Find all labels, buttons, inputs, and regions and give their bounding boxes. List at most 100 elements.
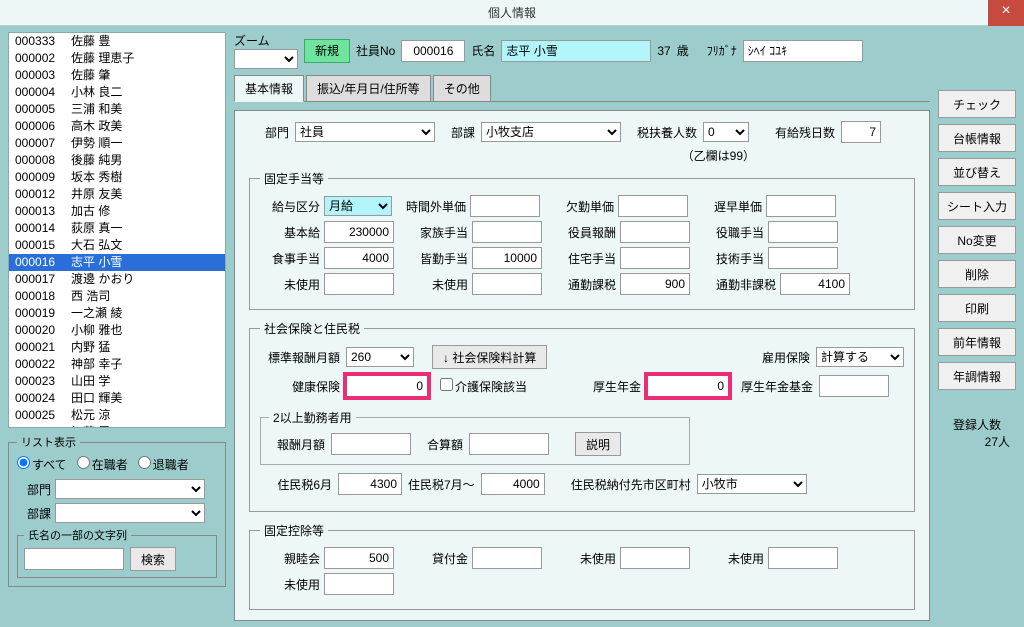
bumon-select[interactable]: 社員: [295, 122, 435, 142]
employee-list[interactable]: 000333佐藤 豊000002佐藤 理恵子000003佐藤 肇000004小林…: [8, 32, 226, 428]
jutaku-field[interactable]: [620, 247, 690, 269]
chisou-field[interactable]: [766, 195, 836, 217]
titlebar: 個人情報 ×: [0, 0, 1024, 26]
employee-row[interactable]: 000025松元 涼: [9, 407, 225, 424]
side-nencho[interactable]: 年調情報: [938, 362, 1016, 390]
mi1-field[interactable]: [324, 273, 394, 295]
setsumei-button[interactable]: 説明: [575, 432, 621, 456]
employee-row[interactable]: 000024田口 輝美: [9, 390, 225, 407]
koyou-select[interactable]: 計算する: [816, 347, 904, 367]
employee-row[interactable]: 000014荻原 真一: [9, 220, 225, 237]
km3-field[interactable]: [324, 573, 394, 595]
housyuu-field[interactable]: [331, 433, 411, 455]
kekkin-field[interactable]: [618, 195, 688, 217]
employee-row[interactable]: 000002佐藤 理恵子: [9, 50, 225, 67]
side-check[interactable]: チェック: [938, 90, 1016, 118]
employee-row[interactable]: 000026加藤 晃: [9, 424, 225, 428]
employee-row[interactable]: 000003佐藤 肇: [9, 67, 225, 84]
km1-field[interactable]: [620, 547, 690, 569]
filter-tai[interactable]: 退職者: [138, 456, 189, 473]
employee-row[interactable]: 000006高木 政美: [9, 118, 225, 135]
name-field[interactable]: [501, 40, 651, 62]
side-insatsu[interactable]: 印刷: [938, 294, 1016, 322]
shokuji-field[interactable]: [324, 247, 394, 269]
fuyou-label: 税扶養人数: [637, 124, 697, 141]
employee-row[interactable]: 000008後藤 純男: [9, 152, 225, 169]
j7-field[interactable]: [481, 473, 545, 495]
deduction-group: 固定控除等 親睦会 貸付金 未使用 未使用 未使用: [249, 522, 915, 610]
kyuyo-select[interactable]: 月給: [324, 196, 392, 216]
employee-row[interactable]: 000017渡邊 かおり: [9, 271, 225, 288]
kazoku-field[interactable]: [472, 221, 542, 243]
filter-all[interactable]: すべて: [17, 456, 67, 473]
employee-row[interactable]: 000012井原 友美: [9, 186, 225, 203]
fuyou-note: （乙欄は99）: [249, 147, 755, 164]
hyoujun-select[interactable]: 260: [346, 347, 414, 367]
side-sheet[interactable]: シート入力: [938, 192, 1016, 220]
age-value: 37: [657, 44, 670, 58]
kaikin-field[interactable]: [472, 247, 542, 269]
shinboku-field[interactable]: [324, 547, 394, 569]
tab-basic[interactable]: 基本情報: [234, 75, 304, 102]
kikin-field[interactable]: [819, 375, 889, 397]
gijutsu-field[interactable]: [768, 247, 838, 269]
buka-select[interactable]: 小牧支店: [481, 122, 621, 142]
emp-no-label: 社員No: [356, 42, 395, 59]
employee-row[interactable]: 000013加古 修: [9, 203, 225, 220]
kousei-field[interactable]: [647, 375, 729, 397]
filter-buka-select[interactable]: [55, 503, 205, 523]
filter-bumon-select[interactable]: [55, 479, 205, 499]
employee-row[interactable]: 000015大石 弘文: [9, 237, 225, 254]
noufu-select[interactable]: 小牧市: [697, 474, 807, 494]
employee-row[interactable]: 000333佐藤 豊: [9, 33, 225, 50]
search-button[interactable]: 検索: [130, 547, 176, 571]
kenpo-field[interactable]: [346, 375, 428, 397]
furigana-field[interactable]: [743, 40, 863, 62]
employee-row[interactable]: 000023山田 学: [9, 373, 225, 390]
employee-row[interactable]: 000016志平 小雪: [9, 254, 225, 271]
side-zennen[interactable]: 前年情報: [938, 328, 1016, 356]
employee-row[interactable]: 000005三浦 和美: [9, 101, 225, 118]
tab-transfer[interactable]: 振込/年月日/住所等: [306, 75, 431, 101]
new-button[interactable]: 新規: [304, 39, 350, 63]
fuyou-select[interactable]: 0: [703, 122, 749, 142]
employee-row[interactable]: 000007伊勢 順一: [9, 135, 225, 152]
kashituke-field[interactable]: [472, 547, 542, 569]
j6-field[interactable]: [338, 473, 402, 495]
allowance-group: 固定手当等 給与区分月給 時間外単価 欠勤単価 遅早単価 基本給 家族手当 役員…: [249, 170, 915, 310]
kihon-field[interactable]: [324, 221, 394, 243]
jikangai-field[interactable]: [470, 195, 540, 217]
side-narabi[interactable]: 並び替え: [938, 158, 1016, 186]
mi2-field[interactable]: [472, 273, 542, 295]
side-daicho[interactable]: 台帳情報: [938, 124, 1016, 152]
tsukin-field[interactable]: [620, 273, 690, 295]
gassan-field[interactable]: [469, 433, 549, 455]
employee-row[interactable]: 000009坂本 秀樹: [9, 169, 225, 186]
filter-zai[interactable]: 在職者: [77, 456, 128, 473]
employee-row[interactable]: 000018西 浩司: [9, 288, 225, 305]
yuukyuu-field[interactable]: [841, 121, 881, 143]
close-button[interactable]: ×: [988, 0, 1024, 26]
employee-row[interactable]: 000004小林 良二: [9, 84, 225, 101]
employee-row[interactable]: 000021内野 猛: [9, 339, 225, 356]
age-label: 歳: [677, 42, 689, 59]
name-part-input[interactable]: [24, 548, 124, 570]
name-label: 氏名: [471, 42, 495, 59]
side-nohenkou[interactable]: No変更: [938, 226, 1016, 254]
multi-work-group: 2以上勤務者用 報酬月額 合算額 説明: [260, 409, 690, 465]
tabs: 基本情報 振込/年月日/住所等 その他: [234, 75, 930, 102]
tsukinhi-field[interactable]: [780, 273, 850, 295]
yakuin-field[interactable]: [620, 221, 690, 243]
emp-no-field[interactable]: [401, 40, 465, 62]
bumon-label: 部門: [249, 124, 289, 141]
zoom-select[interactable]: [234, 49, 298, 69]
tab-other[interactable]: その他: [433, 75, 491, 101]
side-sakujo[interactable]: 削除: [938, 260, 1016, 288]
employee-row[interactable]: 000019一之瀬 綾: [9, 305, 225, 322]
kaigo-check[interactable]: 介護保険該当: [440, 378, 527, 395]
employee-row[interactable]: 000022神部 幸子: [9, 356, 225, 373]
yakushoku-field[interactable]: [768, 221, 838, 243]
km2-field[interactable]: [768, 547, 838, 569]
employee-row[interactable]: 000020小柳 雅也: [9, 322, 225, 339]
calc-button[interactable]: ↓ 社会保険料計算: [432, 345, 547, 369]
